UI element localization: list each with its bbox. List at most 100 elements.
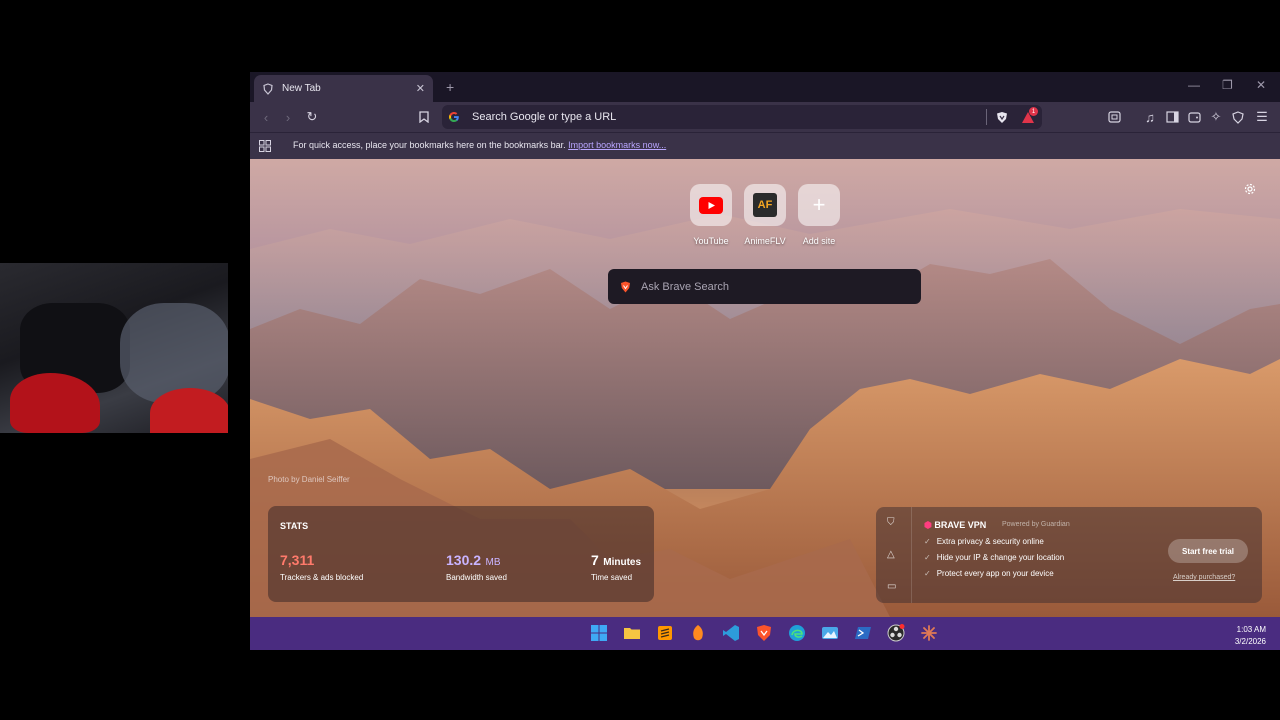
file-explorer-icon[interactable] xyxy=(623,624,641,642)
forward-icon[interactable]: › xyxy=(280,109,296,125)
omnibox-divider xyxy=(986,109,987,125)
vpn-title-text: BRAVE VPN xyxy=(934,520,987,530)
bookmarks-hint-text: For quick access, place your bookmarks h… xyxy=(293,140,566,150)
bookmarks-hint: For quick access, place your bookmarks h… xyxy=(293,140,666,150)
toolbar: ‹ › ↻ 1 ♫ xyxy=(250,102,1280,132)
widget-rail: ⛉ △ ▭ xyxy=(876,507,912,603)
new-tab-icon[interactable]: + xyxy=(446,79,454,95)
browser-window: New Tab ✕ + — ❐ ✕ ‹ › ↻ Search Google or… xyxy=(250,72,1280,650)
animeflv-tile: AF xyxy=(744,184,786,226)
menu-icon[interactable]: ☰ xyxy=(1254,109,1270,125)
vpn-feature: ✓ Hide your IP & change your location xyxy=(924,553,1064,562)
add-site-button[interactable]: + Add site xyxy=(789,184,849,246)
brave-search-input[interactable] xyxy=(639,279,903,294)
wallet-icon[interactable] xyxy=(1186,109,1202,125)
stat-bandwidth: 130.2 MB Bandwidth saved xyxy=(446,552,507,582)
brave-shields-icon[interactable] xyxy=(994,109,1010,125)
trackers-value: 7,311 xyxy=(280,552,315,568)
vpn-shield-icon[interactable]: ⛉ xyxy=(887,517,895,528)
brave-search-box[interactable] xyxy=(608,269,921,304)
tab-new-tab[interactable]: New Tab ✕ xyxy=(254,75,433,102)
screenshot-icon[interactable] xyxy=(1106,109,1122,125)
system-clock[interactable]: 1:03 AM 3/2/2026 xyxy=(1235,624,1266,648)
tab-title: New Tab xyxy=(282,83,321,94)
youtube-icon xyxy=(699,196,723,214)
google-icon xyxy=(449,112,459,122)
rewards-triangle-icon[interactable]: △ xyxy=(887,549,895,560)
vpn-feature: ✓ Extra privacy & security online xyxy=(924,537,1064,546)
vpn-feature-text: Protect every app on your device xyxy=(936,569,1054,578)
address-input[interactable] xyxy=(470,110,974,124)
brave-browser-icon[interactable] xyxy=(755,624,773,642)
leo-ai-icon[interactable]: ✧ xyxy=(1208,109,1224,125)
webcam-cloth xyxy=(120,303,228,403)
settings-gear-icon[interactable] xyxy=(1244,182,1256,200)
stats-widget: STATS 7,311 Trackers & ads blocked 130.2… xyxy=(268,506,654,602)
rewards-badge: 1 xyxy=(1029,107,1038,116)
stats-heading: STATS xyxy=(280,521,309,531)
time-caption: Time saved xyxy=(591,573,633,582)
clock-date: 3/2/2026 xyxy=(1234,637,1266,646)
brave-vpn-card: ⛉ △ ▭ ⬢ BRAVE VPN Powered by Guardian ✓ E… xyxy=(876,507,1262,603)
bandwidth-caption: Bandwidth saved xyxy=(446,573,507,582)
bandwidth-unit: MB xyxy=(485,557,501,568)
new-tab-page: YouTube AF AnimeFLV + Add site Photo by … xyxy=(250,159,1280,617)
trackers-caption: Trackers & ads blocked xyxy=(280,573,364,582)
vpn-powered-by: Powered by Guardian xyxy=(1002,521,1070,528)
bandwidth-value: 130.2 xyxy=(446,552,482,568)
sublime-text-icon[interactable] xyxy=(656,624,674,642)
youtube-tile xyxy=(690,184,732,226)
edge-icon[interactable] xyxy=(788,624,806,642)
already-purchased-link[interactable]: Already purchased? xyxy=(1173,574,1235,581)
close-tab-icon[interactable]: ✕ xyxy=(416,82,425,95)
add-site-tile: + xyxy=(798,184,840,226)
check-icon: ✓ xyxy=(924,537,931,546)
brave-shield-icon xyxy=(263,82,273,95)
vpn-icon[interactable] xyxy=(1230,109,1246,125)
address-bar[interactable] xyxy=(442,105,1042,129)
windows-start-icon[interactable] xyxy=(590,624,608,642)
stat-trackers: 7,311 Trackers & ads blocked xyxy=(280,552,363,582)
fl-studio-icon[interactable] xyxy=(689,624,707,642)
top-site-label: Add site xyxy=(802,236,836,246)
animeflv-icon: AF xyxy=(753,193,777,217)
clock-time: 1:03 AM xyxy=(1236,625,1266,634)
photo-credit: Photo by Daniel Seiffer xyxy=(268,475,350,484)
news-card-icon[interactable]: ▭ xyxy=(887,581,896,592)
playlist-music-icon[interactable]: ♫ xyxy=(1142,109,1158,125)
close-window-icon[interactable]: ✕ xyxy=(1256,78,1266,92)
back-icon[interactable]: ‹ xyxy=(258,109,274,125)
check-icon: ✓ xyxy=(924,553,931,562)
top-site-youtube[interactable]: YouTube xyxy=(681,184,741,246)
top-site-animeflv[interactable]: AF AnimeFLV xyxy=(735,184,795,246)
top-site-label: YouTube xyxy=(693,236,729,246)
claude-icon[interactable] xyxy=(920,624,938,642)
check-icon: ✓ xyxy=(924,569,931,578)
import-bookmarks-link[interactable]: Import bookmarks now... xyxy=(568,140,666,150)
bookmarks-bar: For quick access, place your bookmarks h… xyxy=(250,132,1280,159)
time-unit: Minutes xyxy=(603,557,642,568)
time-value: 7 xyxy=(591,552,599,568)
brave-lion-icon xyxy=(621,281,630,292)
reload-icon[interactable]: ↻ xyxy=(304,109,320,125)
vpn-title: ⬢ BRAVE VPN xyxy=(924,520,986,531)
bookmark-icon[interactable] xyxy=(416,109,432,125)
sidebar-icon[interactable] xyxy=(1164,109,1180,125)
apps-grid-icon[interactable] xyxy=(259,140,271,152)
top-site-label: AnimeFLV xyxy=(744,236,786,246)
start-free-trial-button[interactable]: Start free trial xyxy=(1168,539,1248,563)
powershell-icon[interactable] xyxy=(854,624,872,642)
obs-studio-icon[interactable] xyxy=(887,624,905,642)
restore-icon[interactable]: ❐ xyxy=(1222,78,1233,92)
vscode-icon[interactable] xyxy=(722,624,740,642)
photos-icon[interactable] xyxy=(821,624,839,642)
webcam-red-object xyxy=(150,388,228,433)
stat-time: 7 Minutes Time saved xyxy=(591,552,641,582)
vpn-feature: ✓ Protect every app on your device xyxy=(924,569,1064,578)
windows-taskbar: 1:03 AM 3/2/2026 xyxy=(250,617,1280,650)
vpn-feature-text: Extra privacy & security online xyxy=(936,537,1044,546)
vpn-feature-text: Hide your IP & change your location xyxy=(936,553,1065,562)
webcam-overlay xyxy=(0,263,228,433)
minimize-icon[interactable]: — xyxy=(1188,78,1200,92)
tab-strip: New Tab ✕ + — ❐ ✕ xyxy=(250,72,1280,102)
